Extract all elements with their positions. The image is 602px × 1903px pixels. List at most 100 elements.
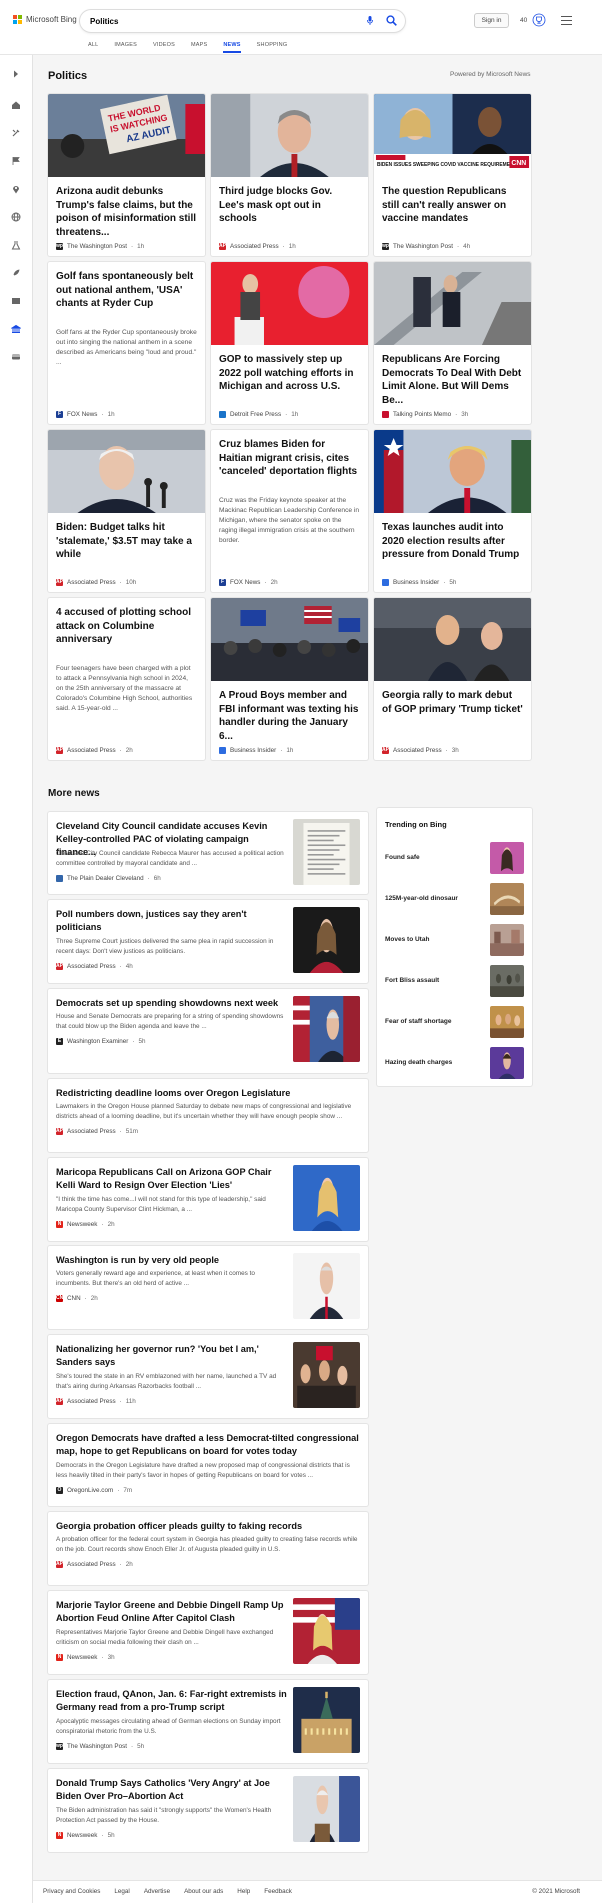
news-card[interactable]: THE WORLD IS WATCHING AZ AUDIT Arizona audi… bbox=[48, 94, 205, 256]
headline[interactable]: Nationalizing her governor run? 'You bet… bbox=[56, 1343, 288, 1369]
card-title[interactable]: Third judge blocks Gov. Lee's mask opt o… bbox=[219, 185, 360, 226]
card-title[interactable]: The question Republicans still can't rea… bbox=[382, 185, 523, 226]
home-icon[interactable] bbox=[11, 100, 21, 110]
footer-link-about-our-ads[interactable]: About our ads bbox=[184, 1888, 223, 1895]
sign-in-button[interactable]: Sign in bbox=[474, 13, 509, 28]
protest-sign-icon[interactable]: THE WORLD IS WATCHING AZ AUDIT bbox=[48, 94, 205, 177]
document-icon[interactable] bbox=[293, 819, 360, 885]
footer-link-privacy-and-cookies[interactable]: Privacy and Cookies bbox=[43, 1888, 100, 1895]
trending-item[interactable]: Fear of staff shortage bbox=[377, 1004, 532, 1040]
news-card[interactable]: Golf fans spontaneously belt out nationa… bbox=[48, 262, 205, 424]
trending-item[interactable]: Fort Bliss assault bbox=[377, 963, 532, 999]
woman-portrait-icon[interactable] bbox=[490, 842, 524, 874]
tab-videos[interactable]: VIDEOS bbox=[145, 40, 183, 52]
item-source[interactable]: AP Associated Press · 2h bbox=[56, 1561, 133, 1568]
headline[interactable]: Georgia probation officer pleads guilty … bbox=[56, 1520, 360, 1533]
trending-item[interactable]: Hazing death charges bbox=[377, 1045, 532, 1081]
crowd-event-icon[interactable] bbox=[293, 1342, 360, 1408]
search-input[interactable] bbox=[90, 14, 340, 28]
rally-stage-icon[interactable] bbox=[374, 598, 531, 681]
footer-link-feedback[interactable]: Feedback bbox=[264, 1888, 292, 1895]
more-news-item[interactable]: Cleveland City Council candidate accuses… bbox=[48, 812, 368, 894]
card-source[interactable]: F FOX News · 2h bbox=[219, 579, 278, 586]
more-news-item[interactable]: Marjorie Taylor Greene and Debbie Dingel… bbox=[48, 1591, 368, 1674]
flag-portrait-icon[interactable] bbox=[293, 1598, 360, 1664]
card-source[interactable]: Detroit Free Press · 1h bbox=[219, 411, 298, 418]
headline[interactable]: Democrats set up spending showdowns next… bbox=[56, 997, 288, 1010]
crowd-flags-icon[interactable] bbox=[211, 598, 368, 681]
item-source[interactable]: N Newsweek · 2h bbox=[56, 1221, 115, 1228]
headline[interactable]: Marjorie Taylor Greene and Debbie Dingel… bbox=[56, 1599, 288, 1625]
card-source[interactable]: AP Associated Press · 1h bbox=[219, 243, 296, 250]
item-source[interactable]: CNN CNN · 2h bbox=[56, 1295, 98, 1302]
news-card[interactable]: 4 accused of plotting school attack on C… bbox=[48, 598, 205, 760]
item-source[interactable]: N Newsweek · 5h bbox=[56, 1832, 115, 1839]
card-title[interactable]: Golf fans spontaneously belt out nationa… bbox=[56, 270, 197, 311]
menu-hamburger-icon[interactable] bbox=[561, 16, 572, 25]
senator-portrait-icon[interactable] bbox=[293, 1253, 360, 1319]
news-card[interactable]: Texas launches audit into 2020 election … bbox=[374, 430, 531, 592]
microphone-icon[interactable] bbox=[367, 16, 373, 25]
science-icon[interactable] bbox=[11, 240, 21, 250]
money-icon[interactable] bbox=[11, 352, 21, 362]
item-source[interactable]: AP Associated Press · 4h bbox=[56, 963, 133, 970]
reward-points[interactable]: 40 bbox=[520, 17, 527, 24]
biden-podium-icon[interactable] bbox=[293, 1776, 360, 1842]
headline[interactable]: Donald Trump Says Catholics 'Very Angry'… bbox=[56, 1777, 288, 1803]
cnn-panel-icon[interactable]: BIDEN ISSUES SWEEPING COVID VACCINE REQU… bbox=[374, 94, 531, 177]
podium-speaker-icon[interactable] bbox=[211, 262, 368, 345]
more-news-item[interactable]: Poll numbers down, justices say they are… bbox=[48, 900, 368, 983]
more-news-item[interactable]: Donald Trump Says Catholics 'Very Angry'… bbox=[48, 1769, 368, 1852]
headline[interactable]: Washington is run by very old people bbox=[56, 1254, 288, 1267]
card-title[interactable]: 4 accused of plotting school attack on C… bbox=[56, 606, 197, 647]
item-source[interactable]: AP Associated Press · 51m bbox=[56, 1128, 138, 1135]
globe-icon[interactable] bbox=[11, 212, 21, 222]
card-source[interactable]: Business Insider · 1h bbox=[219, 747, 293, 754]
card-source[interactable]: AP Associated Press · 3h bbox=[382, 747, 459, 754]
more-news-item[interactable]: Oregon Democrats have drafted a less Dem… bbox=[48, 1424, 368, 1506]
flag-icon[interactable] bbox=[11, 156, 21, 166]
justice-portrait-icon[interactable] bbox=[293, 907, 360, 973]
more-news-item[interactable]: Maricopa Republicans Call on Arizona GOP… bbox=[48, 1158, 368, 1241]
group-photo-icon[interactable] bbox=[490, 1006, 524, 1038]
location-pin-icon[interactable] bbox=[11, 184, 21, 194]
biden-portrait-icon[interactable] bbox=[48, 430, 205, 513]
rocket-icon[interactable] bbox=[11, 268, 21, 278]
powered-by[interactable]: Powered by Microsoft News bbox=[450, 71, 531, 78]
card-title[interactable]: GOP to massively step up 2022 poll watch… bbox=[219, 353, 360, 394]
entertainment-icon[interactable] bbox=[11, 296, 21, 306]
search-box[interactable] bbox=[80, 10, 405, 32]
footer-link-legal[interactable]: Legal bbox=[114, 1888, 129, 1895]
woman-blue-portrait-icon[interactable] bbox=[293, 1165, 360, 1231]
tab-maps[interactable]: MAPS bbox=[183, 40, 215, 52]
card-title[interactable]: Cruz blames Biden for Haitian migrant cr… bbox=[219, 438, 360, 479]
fossil-icon[interactable] bbox=[490, 883, 524, 915]
card-source[interactable]: Talking Points Memo · 3h bbox=[382, 411, 468, 418]
card-source[interactable]: F FOX News · 1h bbox=[56, 411, 115, 418]
more-news-item[interactable]: Democrats set up spending showdowns next… bbox=[48, 989, 368, 1073]
governor-portrait-icon[interactable] bbox=[211, 94, 368, 177]
headline[interactable]: Election fraud, QAnon, Jan. 6: Far-right… bbox=[56, 1688, 288, 1714]
card-source[interactable]: AP Associated Press · 10h bbox=[56, 579, 136, 586]
item-source[interactable]: E Washington Examiner · 5h bbox=[56, 1038, 146, 1045]
politics-building-icon[interactable] bbox=[11, 324, 21, 334]
card-title[interactable]: Arizona audit debunks Trump's false clai… bbox=[56, 185, 197, 239]
card-title[interactable]: Texas launches audit into 2020 election … bbox=[382, 521, 523, 562]
trump-portrait-icon[interactable] bbox=[374, 430, 531, 513]
card-source[interactable]: Business Insider · 5h bbox=[382, 579, 456, 586]
rewards-trophy-icon[interactable] bbox=[532, 13, 546, 27]
escalator-icon[interactable] bbox=[374, 262, 531, 345]
headline[interactable]: Redistricting deadline looms over Oregon… bbox=[56, 1087, 360, 1100]
headline[interactable]: Poll numbers down, justices say they are… bbox=[56, 908, 288, 934]
headline[interactable]: Oregon Democrats have drafted a less Dem… bbox=[56, 1432, 360, 1458]
tools-icon[interactable] bbox=[11, 128, 21, 138]
item-source[interactable]: wp The Washington Post · 5h bbox=[56, 1743, 144, 1750]
item-source[interactable]: N Newsweek · 3h bbox=[56, 1654, 115, 1661]
trending-label[interactable]: Found safe bbox=[385, 854, 420, 861]
more-news-item[interactable]: Redistricting deadline looms over Oregon… bbox=[48, 1079, 368, 1152]
more-news-item[interactable]: Nationalizing her governor run? 'You bet… bbox=[48, 1335, 368, 1418]
news-card[interactable]: Georgia rally to mark debut of GOP prima… bbox=[374, 598, 531, 760]
tab-shopping[interactable]: SHOPPING bbox=[249, 40, 296, 52]
street-scene-icon[interactable] bbox=[490, 924, 524, 956]
card-title[interactable]: Biden: Budget talks hit 'stalemate,' $3.… bbox=[56, 521, 197, 562]
